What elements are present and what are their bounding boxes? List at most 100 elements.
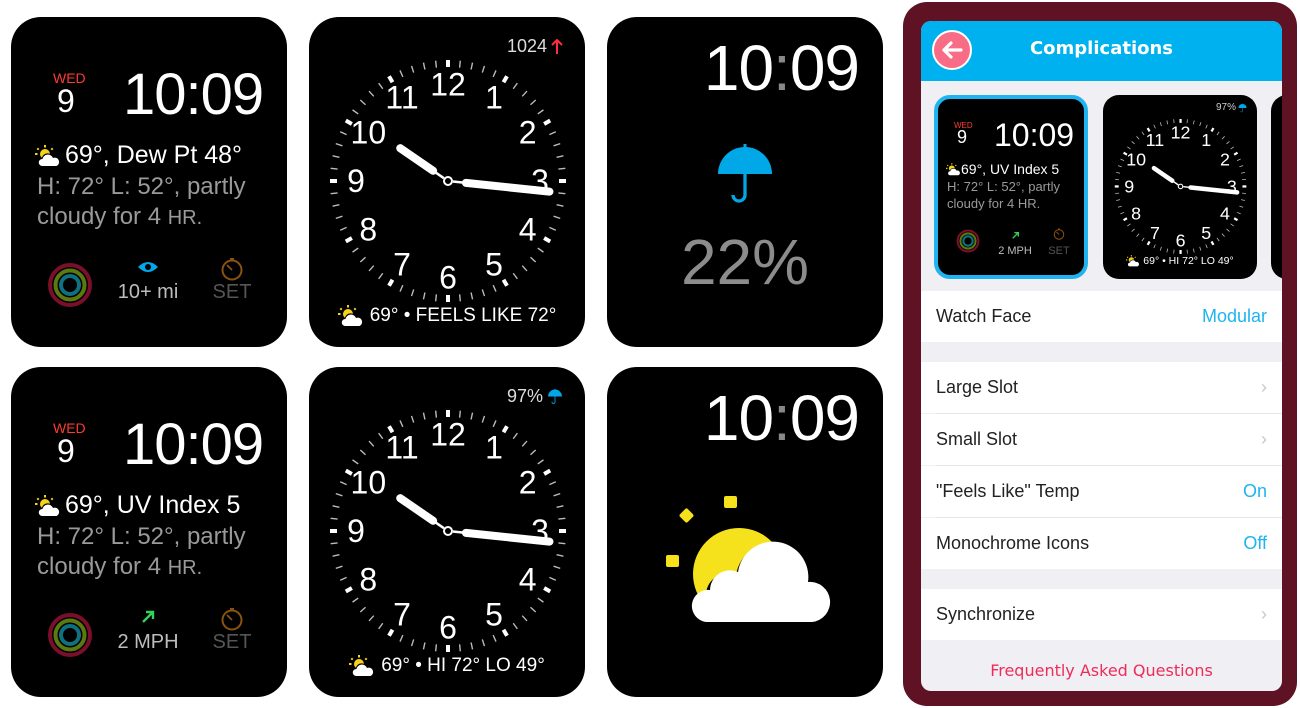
- hour-numeral: 11: [1146, 130, 1165, 150]
- minute-tick: [1221, 233, 1225, 237]
- hour-numeral: 12: [1171, 123, 1191, 143]
- time-label: 10:09: [704, 31, 860, 105]
- hour-numeral: 2: [519, 115, 537, 151]
- visibility-value: 10+ mi: [117, 281, 179, 303]
- minute-tick: [1205, 124, 1208, 129]
- weather-summary: 69° • HI 72° LO 49°: [1143, 255, 1234, 267]
- minute-tick: [512, 432, 518, 440]
- date-label: 9: [57, 83, 75, 119]
- minute-tick: [521, 265, 528, 272]
- weather-summary: 69°, UV Index 5: [961, 161, 1060, 177]
- minute-tick: [410, 289, 415, 297]
- thumbnail-modular[interactable]: WED 9 10:09 69°, UV Index 5 H: 72° L: 52…: [934, 95, 1088, 279]
- hour-hand: [396, 494, 438, 525]
- watch-face-digital-precip: 10:09 22%: [607, 17, 883, 347]
- date-label: 9: [957, 127, 968, 147]
- minute-tick: [1216, 237, 1220, 242]
- forecast-line-1: H: 72° L: 52°, partly: [37, 523, 246, 550]
- partly-cloudy-icon: [1126, 255, 1140, 267]
- hour-tick: [501, 278, 509, 287]
- time-label: 10:09: [123, 62, 264, 127]
- setting-large-slot[interactable]: Large Slot ›: [921, 362, 1282, 413]
- minute-tick: [335, 565, 343, 570]
- setting-small-slot[interactable]: Small Slot ›: [921, 414, 1282, 465]
- chevron-right-icon: ›: [1261, 377, 1267, 397]
- watch-face-carousel[interactable]: WED 9 10:09 69°, UV Index 5 H: 72° L: 52…: [921, 81, 1282, 289]
- forecast-line-1: H: 72° L: 52°, partly: [37, 173, 246, 200]
- setting-feels-like[interactable]: "Feels Like" Temp On: [921, 466, 1282, 517]
- minute-tick: [481, 415, 486, 423]
- minute-tick: [553, 565, 561, 570]
- minutes: 09: [789, 382, 860, 454]
- hour-numeral: 2: [519, 465, 537, 501]
- minute-tick: [1159, 122, 1162, 127]
- hour-tick: [1233, 217, 1239, 222]
- minute-tick: [422, 412, 426, 420]
- analog-clock: 12 1234567891011: [330, 60, 566, 302]
- minute-tick: [1166, 248, 1169, 253]
- minute-tick: [512, 622, 518, 630]
- forecast-line-2: cloudy for 4 HR.: [37, 552, 202, 583]
- time-label: 10:09: [994, 117, 1075, 153]
- minute-tick: [1141, 131, 1145, 136]
- minute-tick: [1116, 172, 1121, 174]
- umbrella-icon: [715, 141, 775, 207]
- minute-tick: [549, 131, 557, 136]
- minute-tick: [521, 615, 528, 622]
- hour-numeral: 5: [485, 247, 503, 283]
- minute-tick: [492, 70, 497, 78]
- minute-tick: [470, 292, 474, 300]
- minute-tick: [1205, 244, 1208, 249]
- minute-tick: [521, 90, 528, 97]
- minute-tick: [558, 517, 566, 520]
- minute-tick: [1230, 146, 1235, 150]
- center-pin: [443, 526, 453, 536]
- minute-tick: [339, 576, 347, 581]
- watch-face-modular-uv: WED 9 10:09 69°, UV Index 5 H: 72° L: 52…: [11, 367, 287, 697]
- activity-rings-icon: [47, 612, 93, 658]
- setting-value: Modular: [1201, 306, 1267, 326]
- forecast-line-2: cloudy for 4 HR.: [947, 196, 1041, 211]
- toggle-value[interactable]: Off: [1243, 533, 1267, 554]
- hour-numeral: 4: [519, 211, 537, 247]
- hour-numeral: 1: [485, 79, 503, 115]
- minute-tick: [556, 204, 564, 207]
- toggle-value[interactable]: On: [1243, 481, 1267, 502]
- minute-tick: [537, 459, 544, 465]
- partly-cloudy-icon: [338, 305, 364, 327]
- minute-tick: [1127, 146, 1131, 150]
- minute-tick: [549, 576, 557, 581]
- minute-tick: [1159, 246, 1162, 251]
- wind-complication: 2 MPH: [990, 227, 1040, 257]
- weather-summary: 69°, UV Index 5: [65, 491, 241, 519]
- timer-label: SET: [1048, 245, 1070, 257]
- center-pin: [443, 176, 453, 186]
- minute-tick: [378, 432, 384, 440]
- setting-label: "Feels Like" Temp: [936, 481, 1080, 501]
- setting-watch-face[interactable]: Watch Face Modular: [921, 291, 1282, 342]
- minute-tick: [359, 99, 366, 106]
- partly-cloudy-icon: [35, 495, 61, 517]
- minute-tick: [1127, 223, 1131, 227]
- hour-tick: [501, 75, 509, 84]
- weather-summary: 69° • FEELS LIKE 72°: [369, 305, 557, 326]
- setting-monochrome-icons[interactable]: Monochrome Icons Off: [921, 518, 1282, 569]
- minute-tick: [1166, 120, 1169, 125]
- thumbnail-next[interactable]: [1271, 95, 1282, 279]
- hours: 10: [703, 382, 774, 454]
- minute-tick: [335, 142, 343, 147]
- faq-link[interactable]: Frequently Asked Questions: [921, 661, 1282, 680]
- minute-tick: [434, 644, 438, 652]
- minute-tick: [410, 639, 415, 647]
- minute-tick: [378, 622, 384, 630]
- minute-tick: [339, 226, 347, 231]
- setting-synchronize[interactable]: Synchronize ›: [921, 589, 1282, 640]
- thumbnail-analog[interactable]: 97% 12 1 2 3 4 5 6 7 8 9 10 11 69° • HI 72° LO 49°: [1103, 95, 1257, 279]
- minute-tick: [558, 542, 566, 545]
- partly-cloudy-icon: [666, 496, 831, 627]
- hour-numeral: 4: [1220, 204, 1230, 224]
- minute-tick: [434, 294, 438, 302]
- activity-rings-icon: [47, 262, 93, 308]
- visibility-complication: 10+ mi: [103, 257, 193, 304]
- colon: :: [773, 32, 791, 104]
